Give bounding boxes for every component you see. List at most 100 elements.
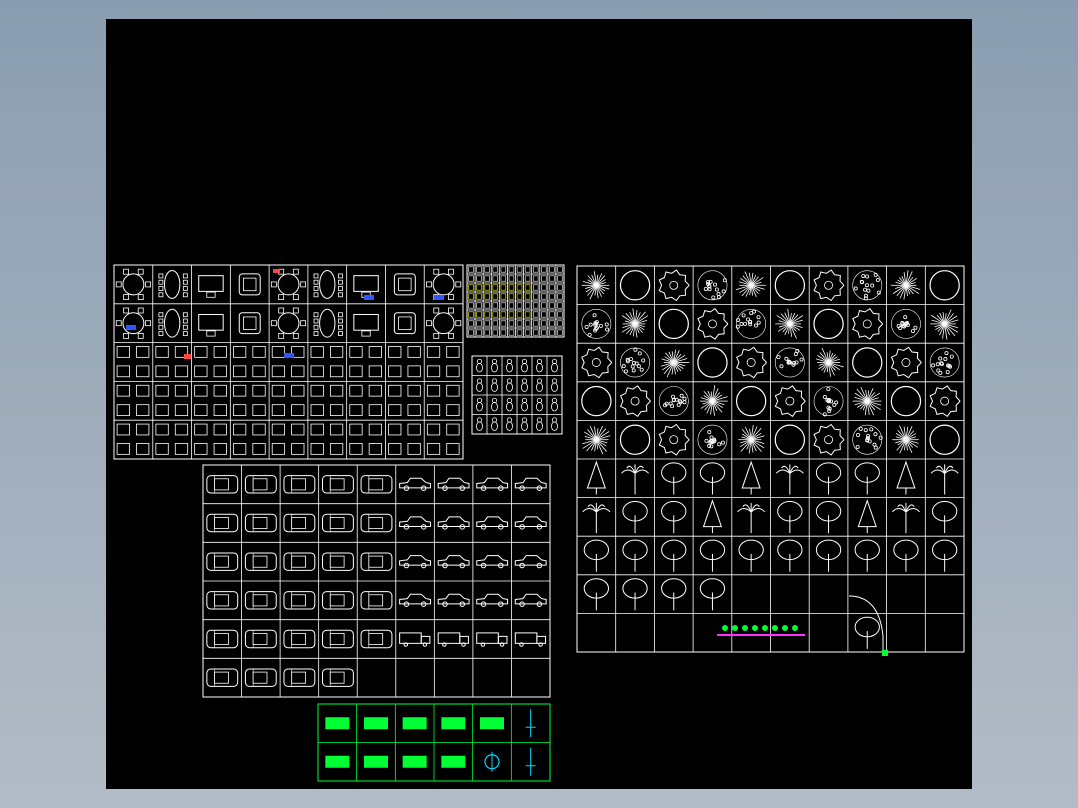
mini-symbol [549,284,555,291]
tree-symbol [936,368,941,373]
car-side-symbol [437,555,470,566]
car-side-symbol [399,555,431,566]
mini-symbol [541,275,547,282]
furniture-symbol [446,384,460,397]
furniture-symbol [310,423,324,436]
car-roof [291,633,306,645]
person-icon [536,378,543,384]
person-icon [491,402,498,412]
person-icon [491,417,498,423]
tree-symbol [628,357,633,362]
mini-symbol [541,284,547,291]
tree-symbol [588,322,593,327]
furniture-symbol [233,404,247,416]
mini-symbol [532,266,539,273]
furniture-symbol [155,365,169,378]
chair-symbol [300,320,307,327]
tree-symbol [910,329,915,334]
car-top-symbol [206,591,239,610]
tree-symbol [944,351,949,356]
furniture-symbol [213,346,227,358]
tree-symbol [938,356,943,361]
mini-symbol [516,311,523,318]
furniture-symbol [136,404,150,416]
tree-symbol [875,278,880,283]
desk-symbol [353,313,379,331]
tree-symbol [746,358,756,367]
car-roof [214,671,229,684]
tree-symbol [890,385,922,417]
tree-symbol [720,440,725,445]
furniture-symbol [368,384,382,397]
car-side-symbol [437,477,470,489]
highlight-mark [126,325,136,330]
chair-symbol [313,279,319,285]
furniture-symbol [291,365,305,378]
chair-symbol [338,331,343,336]
tree-symbol [929,270,960,301]
chair-symbol [313,331,319,336]
tree-symbol [749,311,754,316]
person-icon [476,417,483,423]
chair-symbol [123,268,129,275]
car-side-symbol [476,477,509,489]
furniture-symbol [174,423,189,436]
tree-symbol [896,460,916,489]
person-icon [476,363,483,373]
furniture-symbol [329,346,344,358]
furniture-symbol [252,384,266,397]
furniture-symbol [426,423,441,436]
table-symbol [319,308,336,338]
car-roof [329,555,345,568]
furniture-symbol [349,384,363,397]
sign-symbol [402,717,427,730]
furniture-symbol [349,404,363,416]
shrub-icon [752,625,758,631]
tree-symbol [789,469,804,474]
furniture-symbol [426,384,441,397]
tree-symbol [865,274,870,279]
furniture-symbol [252,346,266,358]
tree-symbol [697,308,729,340]
tree-symbol [630,396,640,406]
tree-symbol [856,432,861,437]
tree-symbol [945,370,950,375]
mini-symbol [541,302,547,309]
car-roof [368,555,384,568]
chair-symbol [270,281,277,288]
person-icon [521,397,528,404]
furniture-symbol [407,365,421,378]
car-top-symbol [244,513,277,533]
planter-line [717,634,805,636]
tree-symbol [669,280,679,290]
person-icon [506,402,513,412]
car-roof [291,517,306,529]
chair-symbol [123,294,129,300]
tree-symbol [890,346,922,379]
chair-symbol [292,294,299,300]
car-roof [329,517,345,529]
sofa-symbol [393,312,416,335]
car-roof [252,517,268,529]
furniture-symbol [155,384,169,397]
chair-symbol [338,318,343,324]
drawing-canvas[interactable] [106,19,972,789]
car-side-symbol [437,516,470,527]
person-icon [506,417,513,423]
car-top-symbol [283,552,316,571]
furniture-symbol [426,346,441,358]
car-side-symbol [437,593,470,605]
cushion-symbol [398,316,412,330]
mini-symbol [516,320,523,327]
tree-symbol [592,313,597,318]
chair-symbol [448,307,454,314]
mini-symbol [500,329,507,336]
furniture-symbol [233,423,247,436]
mini-symbol [516,266,523,273]
chair-symbol [158,318,164,324]
person-icon [536,397,543,404]
chair-symbol [426,320,432,327]
furniture-symbol [388,365,402,378]
street-lamp-symbol [848,595,884,654]
tree-symbol [891,508,907,513]
